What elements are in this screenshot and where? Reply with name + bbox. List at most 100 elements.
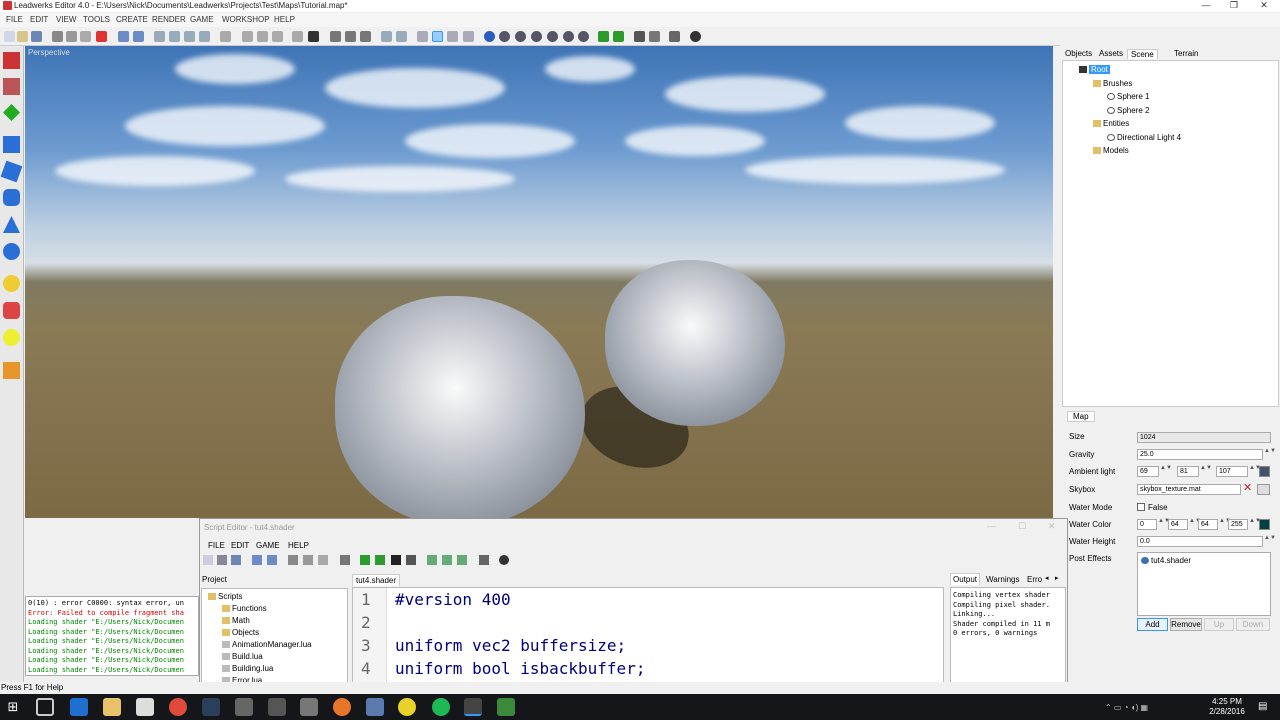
menu-view[interactable]: VIEW [56,15,76,24]
cube-tool-icon[interactable] [3,136,20,153]
render-wire-icon[interactable] [499,31,510,42]
water-b-spinner[interactable]: ▲▼ [1219,518,1231,530]
down-button[interactable]: Down [1236,618,1270,631]
app-icon-6[interactable] [497,698,515,716]
zoom-out-icon[interactable] [396,31,407,42]
lock-icon[interactable] [360,31,371,42]
paste-icon[interactable] [80,31,91,42]
app-icon-3[interactable] [300,698,318,716]
align-center-icon[interactable] [257,31,268,42]
zoom-in-icon[interactable] [381,31,392,42]
se-stop-icon[interactable] [391,555,401,565]
file-explorer-icon[interactable] [103,698,121,716]
menu-render[interactable]: RENDER [152,15,186,24]
zoom-selected-icon[interactable] [432,31,443,42]
eyedropper-icon[interactable] [345,31,356,42]
tab-map[interactable]: Map [1067,411,1095,422]
new-icon[interactable] [4,31,15,42]
edge-icon[interactable] [70,698,88,716]
sphere-1[interactable] [335,296,585,518]
render-shaded-icon[interactable] [531,31,542,42]
menu-create[interactable]: CREATE [116,15,148,24]
se-debug-icon[interactable] [375,555,385,565]
camera-icon[interactable] [634,31,645,42]
perspective-viewport[interactable]: Perspective [25,46,1053,518]
ambient-b-spinner[interactable]: ▲▼ [1249,465,1261,477]
water-r-spinner[interactable]: ▲▼ [1158,518,1170,530]
render-full-icon[interactable] [563,31,574,42]
up-button[interactable]: Up [1204,618,1234,631]
browse-folder-icon[interactable] [1257,484,1270,495]
tab-scroll-left-icon[interactable]: ◂ [1045,574,1049,582]
se-step-in-icon[interactable] [442,555,452,565]
project-folder[interactable]: Functions [222,604,267,613]
cylinder-tool-icon[interactable] [3,189,20,206]
snap-icon[interactable] [292,31,303,42]
se-menu-file[interactable]: FILE [208,541,225,550]
store-icon[interactable] [136,698,154,716]
post-effects-list[interactable]: tut4.shader [1137,552,1271,616]
se-step-out-icon[interactable] [457,555,467,565]
add-button[interactable]: Add [1137,618,1168,631]
tab-assets[interactable]: Assets [1096,49,1126,58]
grid-icon[interactable] [463,31,474,42]
blender-icon[interactable] [333,698,351,716]
gear-icon[interactable] [669,31,680,42]
ambient-r-spinner[interactable]: ▲▼ [1160,465,1172,477]
tab-warnings[interactable]: Warnings [986,575,1020,584]
clock-time[interactable]: 4:25 PM [1205,697,1249,706]
layout-icon[interactable] [447,31,458,42]
tree-sphere-2[interactable]: Sphere 2 [1107,106,1149,115]
ambient-g-input[interactable]: 81 [1177,466,1199,477]
water-a-spinner[interactable]: ▲▼ [1249,518,1261,530]
task-view-icon[interactable] [36,698,54,716]
menu-edit[interactable]: EDIT [30,15,48,24]
clear-skybox-icon[interactable]: ✕ [1243,483,1252,494]
ambient-r-input[interactable]: 69 [1137,466,1159,477]
prefab-tool-icon[interactable] [3,362,20,379]
tree-brushes[interactable]: Brushes [1093,79,1132,88]
move-icon[interactable] [154,31,165,42]
tab-errors[interactable]: Erro [1027,575,1042,584]
steam-icon[interactable] [202,698,220,716]
se-menu-help[interactable]: HELP [288,541,309,550]
se-run-icon[interactable] [360,555,370,565]
tree-root[interactable]: Root [1079,65,1110,74]
render-solid-icon[interactable] [484,31,495,42]
swap-icon[interactable] [199,31,210,42]
se-cut-icon[interactable] [288,555,298,565]
water-a-input[interactable]: 255 [1228,519,1248,530]
clock-date[interactable]: 2/28/2016 [1205,707,1249,716]
minimize-button[interactable]: — [1194,0,1218,12]
se-paste-icon[interactable] [318,555,328,565]
publish-icon[interactable] [649,31,660,42]
zoom-fit-icon[interactable] [417,31,428,42]
code-line[interactable]: #version 400 [395,590,511,609]
gravity-input[interactable]: 25.0 [1137,449,1263,460]
menu-tools[interactable]: TOOLS [83,15,110,24]
render-lit-icon[interactable] [515,31,526,42]
terrain-tool-icon[interactable] [3,104,20,121]
se-maximize-button[interactable]: ☐ [1018,521,1026,532]
ambient-g-spinner[interactable]: ▲▼ [1200,465,1212,477]
tree-directional-light[interactable]: Directional Light 4 [1107,133,1181,142]
entity-tool-icon[interactable] [3,302,20,319]
box-tool-icon[interactable] [3,52,20,69]
play-debug-icon[interactable] [613,31,624,42]
leadwerks-taskbar-icon[interactable] [464,698,482,716]
tab-tut4-shader[interactable]: tut4.shader [352,574,401,586]
select-icon[interactable] [220,31,231,42]
se-redo-icon[interactable] [267,555,277,565]
project-file[interactable]: AnimationManager.lua [222,640,312,649]
se-close-button[interactable]: ✕ [1048,521,1056,532]
menu-game[interactable]: GAME [190,15,214,24]
se-save-all-icon[interactable] [231,555,241,565]
project-folder[interactable]: Objects [222,628,259,637]
tab-scene[interactable]: Scene [1127,49,1158,59]
se-pause-icon[interactable] [406,555,416,565]
app-icon-5[interactable] [398,698,416,716]
delete-icon[interactable] [96,31,107,42]
point-light-icon[interactable] [3,329,20,346]
se-minimize-button[interactable]: — [987,521,996,531]
water-color-swatch[interactable] [1259,519,1270,530]
